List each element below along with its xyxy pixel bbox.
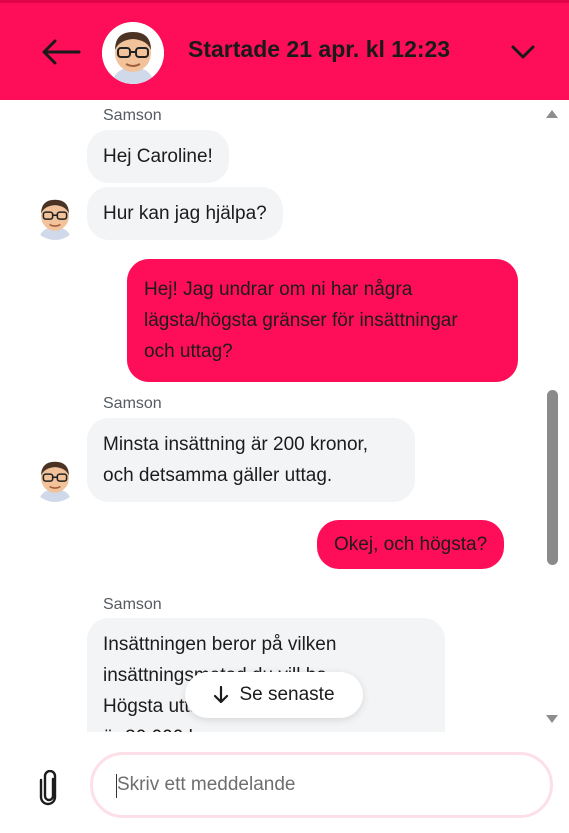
message-text-line: lägsta/högsta gränser för insättningar [144,310,458,331]
message-bubble-incoming: Hur kan jag hjälpa? [87,187,283,240]
message-text: Okej, och högsta? [334,534,488,555]
composer [0,732,569,833]
agent-avatar-small [31,192,79,240]
message-text: Hej Caroline! [103,146,213,167]
message-text-line: och uttag? [144,341,233,362]
arrow-down-icon [214,686,229,704]
chat-header: Startade 21 apr. kl 12:23 [0,0,569,100]
sender-name: Samson [103,596,162,613]
message-text-line: Hej! Jag undrar om ni har några [144,279,413,300]
message-text-line: är 30 000 kronor [103,722,429,732]
agent-avatar-small [31,454,79,502]
message-bubble-incoming: Minsta insättning är 200 kronor, och det… [87,418,415,502]
sender-name: Samson [103,107,162,124]
message-text-line: och detsamma gäller uttag. [103,465,333,486]
message-list[interactable]: Samson Hej Caroline! Hur kan jag hjälpa?… [0,100,569,732]
paperclip-icon [39,770,57,806]
message-text-line: Insättningen beror på vilken [103,634,337,655]
header-top-border [0,0,569,3]
attach-button[interactable] [34,768,64,808]
jump-to-latest-button[interactable]: Se senaste [185,672,363,718]
agent-avatar [102,22,164,84]
chevron-down-icon [511,45,535,59]
sender-name: Samson [103,395,162,412]
arrow-left-icon [42,39,81,65]
back-button[interactable] [38,32,84,72]
scroll-up-arrow-icon[interactable] [546,110,558,118]
scroll-down-arrow-icon[interactable] [546,715,558,723]
chat-title: Startade 21 apr. kl 12:23 [188,36,451,62]
message-text: Hur kan jag hjälpa? [103,203,267,224]
expand-button[interactable] [508,38,538,66]
message-bubble-outgoing: Okej, och högsta? [317,520,505,569]
text-caret [116,774,117,798]
jump-to-latest-label: Se senaste [239,684,335,705]
message-bubble-outgoing: Hej! Jag undrar om ni har några lägsta/h… [127,259,518,382]
message-input[interactable] [90,752,553,818]
message-bubble-incoming: Hej Caroline! [87,130,229,183]
scrollbar-thumb[interactable] [547,390,558,565]
message-text-line: Minsta insättning är 200 kronor, [103,434,369,455]
chat-window: Startade 21 apr. kl 12:23 Samson Hej Car… [0,0,569,833]
